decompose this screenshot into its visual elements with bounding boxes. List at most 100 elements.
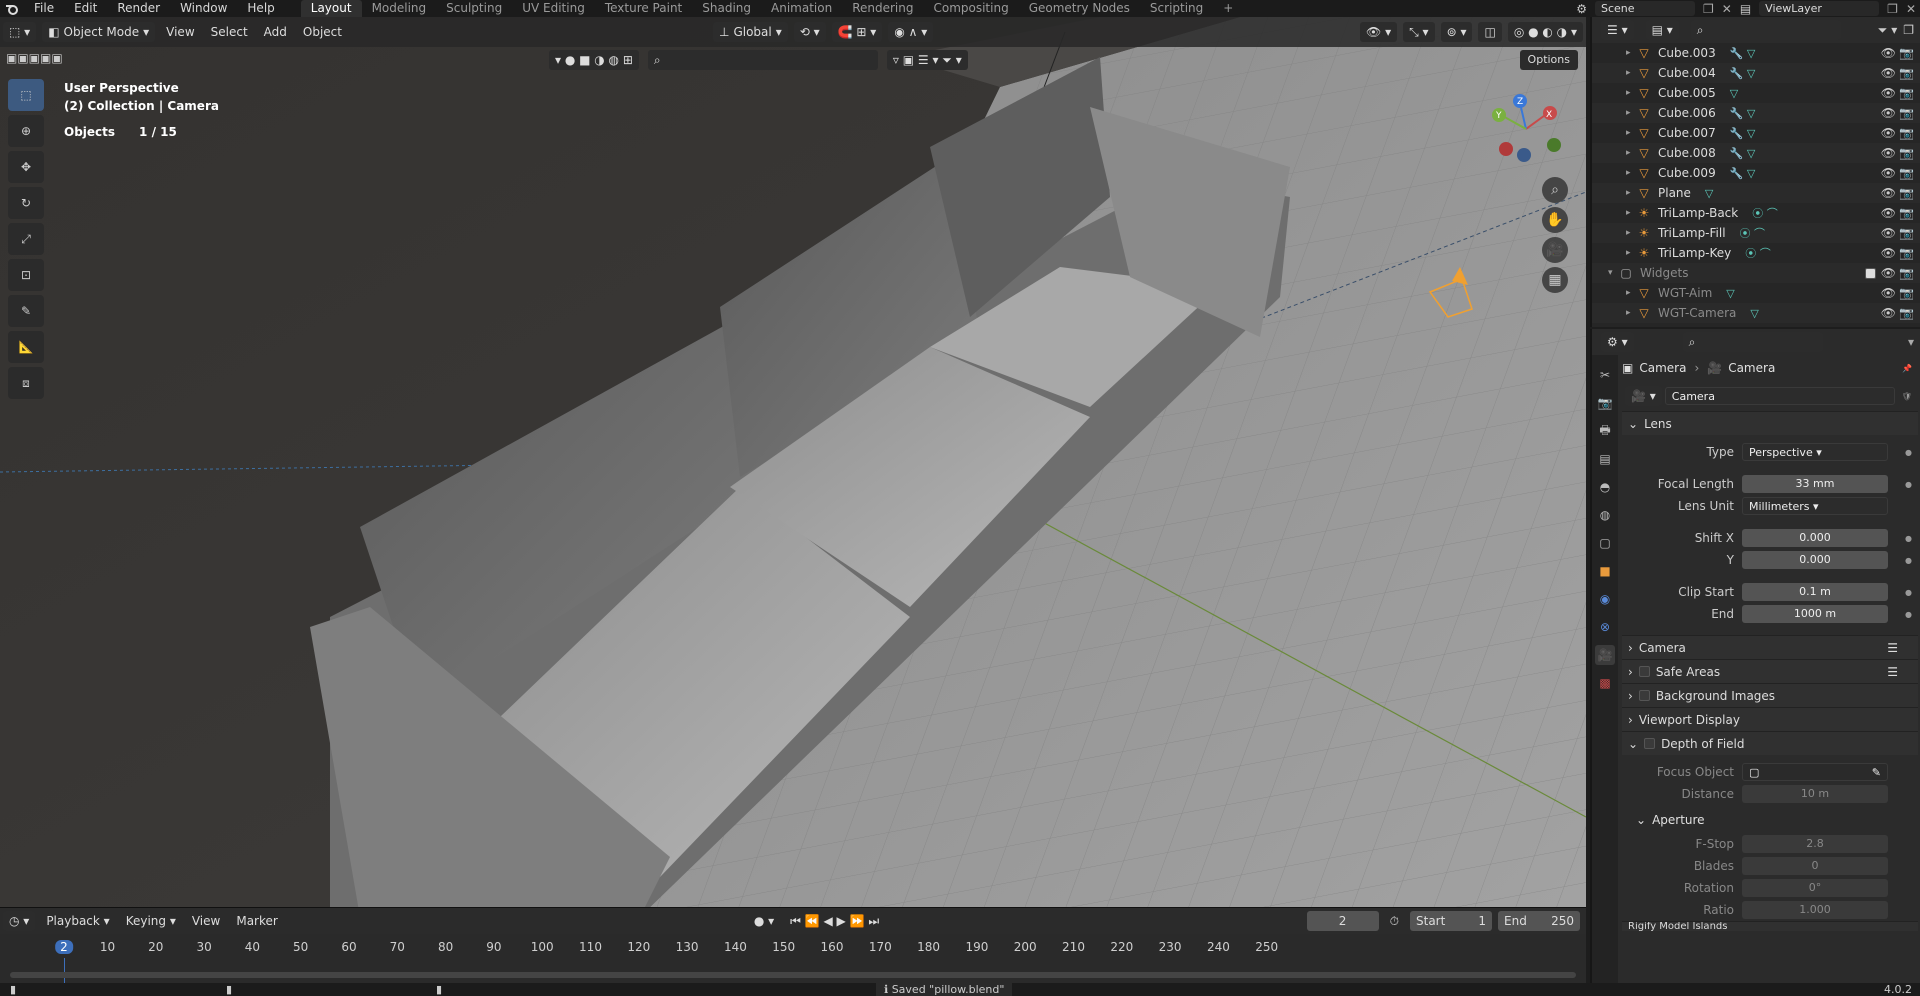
object-data-icons[interactable]: 🔧 ▽ <box>1730 127 1756 140</box>
select-box-tool-icon[interactable]: ⬚ <box>8 79 44 111</box>
outliner-row[interactable]: ▸ ▽ WGT-Camera ▽ 👁 📷 <box>1592 303 1920 323</box>
collapse-arrow-icon[interactable]: ▸ <box>1626 168 1631 178</box>
delete-scene-icon[interactable]: ✕ <box>1722 2 1732 16</box>
menu-object[interactable]: Object <box>295 22 350 42</box>
xray-button[interactable]: ◫ <box>1478 22 1502 42</box>
collapse-arrow-icon[interactable]: ▸ <box>1626 48 1631 58</box>
collapse-arrow-icon[interactable]: ▸ <box>1626 208 1631 218</box>
object-tab-icon[interactable]: ■ <box>1595 561 1615 581</box>
tab-compositing[interactable]: Compositing <box>923 0 1018 17</box>
object-data-icons[interactable]: ⦿ ⌒ <box>1740 225 1766 241</box>
view-layer-tab-icon[interactable]: ▤ <box>1595 449 1615 469</box>
timeline-editor-type-button[interactable]: ◷ ▾ <box>3 911 36 931</box>
tab-rendering[interactable]: Rendering <box>842 0 923 17</box>
outliner-item-name[interactable]: WGT-Aim <box>1658 286 1712 300</box>
tab-animation[interactable]: Animation <box>761 0 842 17</box>
outliner-row[interactable]: ▸ ▽ WGT-Aim ▽ 👁 📷 <box>1592 283 1920 303</box>
constraints-tab-icon[interactable]: ⊗ <box>1595 617 1615 637</box>
annotate-tool-icon[interactable]: ✎ <box>8 295 44 327</box>
outliner-row[interactable]: ▸ ▽ Plane ▽ 👁 📷 <box>1592 183 1920 203</box>
ratio-field[interactable]: 1.000 <box>1742 901 1888 919</box>
camera-data-tab-icon[interactable]: 🎥 <box>1595 645 1615 665</box>
scale-tool-icon[interactable]: ⤢ <box>8 223 44 255</box>
render-camera-icon[interactable]: 📷 <box>1899 46 1914 60</box>
outliner-item-name[interactable]: TriLamp-Back <box>1658 206 1738 220</box>
viewport-search-input[interactable]: ⌕ <box>647 50 878 70</box>
outliner-row[interactable]: ▸ ▽ Cube.004 🔧 ▽ 👁 📷 <box>1592 63 1920 83</box>
visibility-eye-icon[interactable]: 👁 <box>1881 246 1896 260</box>
tab-scripting[interactable]: Scripting <box>1140 0 1213 17</box>
collapse-arrow-icon[interactable]: ▸ <box>1626 128 1631 138</box>
outliner-row[interactable]: ▸ ☀ TriLamp-Key ⦿ ⌒ 👁 📷 <box>1592 243 1920 263</box>
selection-mode-buttons[interactable]: ▣▣▣▣▣ <box>6 49 106 67</box>
move-tool-icon[interactable]: ✥ <box>8 151 44 183</box>
render-camera-icon[interactable]: 📷 <box>1899 146 1914 160</box>
anim-dot-icon[interactable]: ● <box>1905 556 1912 565</box>
outliner-item-name[interactable]: Cube.006 <box>1658 106 1716 120</box>
render-camera-icon[interactable]: 📷 <box>1899 126 1914 140</box>
visibility-eye-icon[interactable]: 👁 <box>1881 186 1896 200</box>
tab-shading[interactable]: Shading <box>692 0 761 17</box>
anim-dot-icon[interactable]: ● <box>1905 448 1912 457</box>
render-camera-icon[interactable]: 📷 <box>1899 226 1914 240</box>
properties-editor-type-button[interactable]: ⚙ ▾ <box>1601 332 1634 352</box>
outliner-item-name[interactable]: WGT-Camera <box>1658 306 1736 320</box>
clip-end-field[interactable]: 1000 m <box>1742 605 1888 623</box>
visibility-eye-icon[interactable]: 👁 <box>1881 206 1896 220</box>
render-camera-icon[interactable]: 📷 <box>1899 286 1914 300</box>
menu-timeline-view[interactable]: View <box>184 911 228 931</box>
menu-help[interactable]: Help <box>237 0 284 17</box>
outliner-item-name[interactable]: Cube.007 <box>1658 126 1716 140</box>
render-camera-icon[interactable]: 📷 <box>1899 186 1914 200</box>
outliner-row[interactable]: ▸ ▽ Cube.005 ▽ 👁 📷 <box>1592 83 1920 103</box>
object-data-icons[interactable]: ▽ <box>1730 87 1738 100</box>
outliner-search-input[interactable]: ⌕ <box>1690 20 1841 40</box>
outliner-item-name[interactable]: Plane <box>1658 186 1691 200</box>
snap-button[interactable]: 🧲 ⊞ ▾ <box>831 22 883 42</box>
tab-layout[interactable]: Layout <box>300 0 362 17</box>
display-mode-button[interactable]: ▤ ▾ <box>1645 20 1679 40</box>
outliner-row[interactable]: ▸ ☀ TriLamp-Fill ⦿ ⌒ 👁 📷 <box>1592 223 1920 243</box>
render-tab-icon[interactable]: 📷 <box>1595 393 1615 413</box>
aperture-subpanel-header[interactable]: ⌄ Aperture <box>1622 809 1918 831</box>
outliner-item-name[interactable]: Widgets <box>1640 266 1689 280</box>
outliner-item-name[interactable]: TriLamp-Key <box>1658 246 1731 260</box>
menu-keying[interactable]: Keying ▾ <box>118 911 184 931</box>
outliner-item-name[interactable]: Cube.005 <box>1658 86 1716 100</box>
tab-uv-editing[interactable]: UV Editing <box>512 0 595 17</box>
menu-file[interactable]: File <box>24 0 64 17</box>
proportional-edit-button[interactable]: ◉ ∧ ▾ <box>888 22 934 42</box>
shift-y-field[interactable]: 0.000 <box>1742 551 1888 569</box>
transform-orientation-dropdown[interactable]: ⊥ Global ▾ <box>713 22 788 42</box>
measure-tool-icon[interactable]: 📐 <box>8 331 44 363</box>
collapse-arrow-icon[interactable]: ▸ <box>1626 88 1631 98</box>
cut-off-panel-header[interactable]: Rigify Model Islands <box>1622 921 1918 931</box>
record-button-icon[interactable]: ● ▾ <box>746 911 782 931</box>
camera-panel-header[interactable]: › Camera ☰ <box>1622 635 1918 659</box>
visibility-eye-icon[interactable]: 👁 <box>1881 86 1896 100</box>
properties-search-input[interactable]: ⌕ <box>1682 332 1823 352</box>
playhead-indicator[interactable]: 2 <box>55 940 73 954</box>
background-images-checkbox[interactable] <box>1638 690 1650 701</box>
outliner-row[interactable]: ▸ ▽ Cube.007 🔧 ▽ 👁 📷 <box>1592 123 1920 143</box>
lens-panel-header[interactable]: ⌄ Lens <box>1622 411 1918 435</box>
render-camera-icon[interactable]: 📷 <box>1899 246 1914 260</box>
options-button[interactable]: Options <box>1519 50 1578 70</box>
texture-tab-icon[interactable]: ▩ <box>1595 673 1615 693</box>
collapse-arrow-icon[interactable]: ▸ <box>1626 148 1631 158</box>
anim-dot-icon[interactable]: ● <box>1905 610 1912 619</box>
object-data-icons[interactable]: 🔧 ▽ <box>1730 107 1756 120</box>
pin-icon[interactable]: 📌 <box>1902 364 1912 373</box>
blades-field[interactable]: 0 <box>1742 857 1888 875</box>
visibility-eye-icon[interactable]: 👁 <box>1881 286 1896 300</box>
editor-type-button[interactable]: ⬚ ▾ <box>3 22 37 42</box>
render-camera-icon[interactable]: 📷 <box>1899 306 1914 320</box>
datablock-browse-button[interactable]: 🎥 ▾ <box>1625 386 1662 406</box>
outliner-row[interactable]: ▸ ▽ Cube.003 🔧 ▽ 👁 📷 <box>1592 43 1920 63</box>
add-cube-tool-icon[interactable]: ⧈ <box>8 367 44 399</box>
type-dropdown[interactable]: Perspective ▾ <box>1742 443 1888 461</box>
collection-tab-icon[interactable]: ▢ <box>1595 533 1615 553</box>
focus-object-field[interactable]: ▢ ✎ <box>1742 763 1888 781</box>
viewlayer-field[interactable]: ViewLayer <box>1759 1 1880 16</box>
menu-render[interactable]: Render <box>107 0 170 17</box>
